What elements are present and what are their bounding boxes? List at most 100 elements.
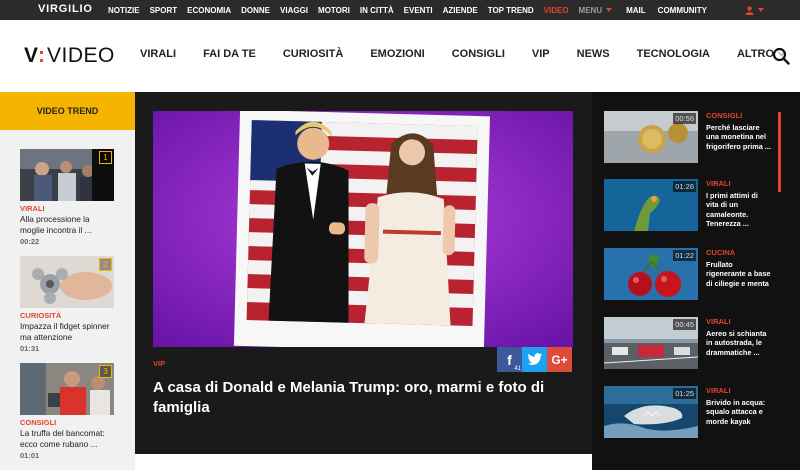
- facebook-share-button[interactable]: f 41: [497, 347, 522, 372]
- related-video-thumbnail[interactable]: 00:56: [604, 111, 698, 163]
- facebook-icon: f: [507, 351, 512, 368]
- share-buttons: f 41 G+: [497, 347, 572, 372]
- trend-rank-badge: 1: [99, 151, 112, 164]
- video-trend-sidebar: VIDEO TREND 1 VIRALI Alla processione la…: [0, 92, 135, 470]
- portal-nav-video[interactable]: VIDEO: [544, 6, 569, 15]
- portal-menu-label: MENU: [578, 5, 603, 15]
- mail-link[interactable]: MAIL: [626, 6, 646, 15]
- user-menu-button[interactable]: [745, 6, 764, 15]
- related-video-duration: 01:22: [673, 250, 696, 261]
- related-video-category[interactable]: VIRALI: [706, 179, 731, 188]
- nav-vip[interactable]: VIP: [532, 48, 550, 60]
- brand-letter: V: [24, 44, 39, 67]
- trend-category[interactable]: CONSIGLI: [20, 418, 114, 427]
- related-video-title[interactable]: I primi attimi di vita di un camaleonte.…: [706, 191, 772, 228]
- nav-consigli[interactable]: CONSIGLI: [452, 48, 505, 60]
- portal-nav-sport[interactable]: SPORT: [150, 6, 178, 15]
- portal-nav-motori[interactable]: MOTORI: [318, 6, 350, 15]
- trend-duration: 01:01: [20, 451, 40, 460]
- related-video-duration: 00:56: [673, 113, 696, 124]
- trend-title[interactable]: Alla processione la moglie incontra il .…: [20, 214, 114, 235]
- related-video-title[interactable]: Aereo si schianta in autostrada, le dram…: [706, 329, 772, 357]
- video-brand-logo[interactable]: V : VIDEO: [24, 44, 115, 68]
- related-video-thumbnail[interactable]: 00:45: [604, 317, 698, 369]
- trend-category[interactable]: VIRALI: [20, 204, 114, 213]
- trend-title[interactable]: Impazza il fidget spinner ma attenzione: [20, 321, 114, 342]
- featured-video-thumbnail[interactable]: [153, 111, 573, 347]
- trend-thumbnail[interactable]: 2: [20, 256, 114, 308]
- portal-nav-in-citta[interactable]: IN CITTÀ: [360, 6, 394, 15]
- portal-menu-button[interactable]: MENU: [579, 6, 613, 15]
- brand-word: VIDEO: [47, 44, 115, 67]
- related-video-title[interactable]: Brivido in acqua: squalo attacca e morde…: [706, 398, 772, 426]
- video-section-nav: VIRALI FAI DA TE CURIOSITÀ EMOZIONI CONS…: [140, 48, 800, 60]
- nav-virali[interactable]: VIRALI: [140, 48, 176, 60]
- featured-category[interactable]: VIP: [153, 359, 165, 368]
- search-icon: [772, 47, 790, 65]
- portal-nav-notizie[interactable]: NOTIZIE: [108, 6, 140, 15]
- related-video-thumbnail[interactable]: 01:26: [604, 179, 698, 231]
- trend-rank-badge: 2: [99, 258, 112, 271]
- related-video-item[interactable]: 00:56 CONSIGLI Perché lasciare una monet…: [604, 111, 774, 163]
- community-link[interactable]: COMMUNITY: [658, 6, 707, 15]
- nav-tecnologia[interactable]: TECNOLOGIA: [637, 48, 710, 60]
- featured-video-title[interactable]: A casa di Donald e Melania Trump: oro, m…: [153, 378, 573, 418]
- twitter-share-button[interactable]: [522, 347, 547, 372]
- portal-nav-economia[interactable]: ECONOMIA: [187, 6, 231, 15]
- trend-thumbnail[interactable]: 1: [20, 149, 114, 201]
- twitter-icon: [527, 353, 542, 366]
- portal-nav: NOTIZIE SPORT ECONOMIA DONNE VIAGGI MOTO…: [108, 0, 622, 20]
- trend-item[interactable]: 2 CURIOSITÀ Impazza il fidget spinner ma…: [20, 256, 114, 353]
- portal-nav-top-trend[interactable]: TOP TREND: [488, 6, 534, 15]
- site-header: V : VIDEO VIRALI FAI DA TE CURIOSITÀ EMO…: [0, 20, 800, 92]
- facebook-share-count: 41: [514, 366, 521, 372]
- related-video-category[interactable]: CONSIGLI: [706, 111, 742, 120]
- related-videos-list: 00:56 CONSIGLI Perché lasciare una monet…: [592, 92, 800, 470]
- portal-nav-eventi[interactable]: EVENTI: [404, 6, 433, 15]
- related-video-duration: 00:45: [673, 319, 696, 330]
- trend-title[interactable]: La truffa del bancomat: ecco come rubano…: [20, 428, 114, 449]
- related-video-duration: 01:25: [673, 388, 696, 399]
- related-video-item[interactable]: 00:45 VIRALI Aereo si schianta in autost…: [604, 317, 774, 369]
- related-video-title[interactable]: Frullato rigenerante a base di ciliegie …: [706, 260, 772, 288]
- content-bottom-strip: [135, 454, 592, 470]
- top-bar: VIRGILIO NOTIZIE SPORT ECONOMIA DONNE VI…: [0, 0, 800, 20]
- trend-duration: 01:31: [20, 344, 40, 353]
- related-video-category[interactable]: VIRALI: [706, 386, 731, 395]
- related-video-thumbnail[interactable]: 01:25: [604, 386, 698, 438]
- related-video-item[interactable]: 01:25 VIRALI Brivido in acqua: squalo at…: [604, 386, 774, 438]
- related-video-duration: 01:26: [673, 181, 696, 192]
- related-video-title[interactable]: Perché lasciare una monetina nel frigori…: [706, 123, 772, 151]
- brand-colon: :: [38, 44, 46, 67]
- nav-fai-da-te[interactable]: FAI DA TE: [203, 48, 256, 60]
- featured-video-area: VIP f 41 G+ A casa di Donald e Melania T…: [135, 92, 592, 470]
- trend-thumbnail[interactable]: 3: [20, 363, 114, 415]
- trend-item[interactable]: 1 VIRALI Alla processione la moglie inco…: [20, 149, 114, 246]
- video-trend-heading: VIDEO TREND: [0, 92, 135, 130]
- trend-duration: 00:22: [20, 237, 40, 246]
- related-video-category[interactable]: VIRALI: [706, 317, 731, 326]
- nav-curiosita[interactable]: CURIOSITÀ: [283, 48, 344, 60]
- user-icon: [745, 6, 754, 15]
- related-video-item[interactable]: 01:22 CUCINA Frullato rigenerante a base…: [604, 248, 774, 300]
- portal-nav-aziende[interactable]: AZIENDE: [443, 6, 478, 15]
- virgilio-logo[interactable]: VIRGILIO: [38, 3, 93, 15]
- related-video-category[interactable]: CUCINA: [706, 248, 735, 257]
- trend-item[interactable]: 3 CONSIGLI La truffa del bancomat: ecco …: [20, 363, 114, 460]
- nav-news[interactable]: NEWS: [577, 48, 610, 60]
- caret-down-icon: [606, 8, 613, 12]
- list-scrollbar[interactable]: [778, 112, 781, 192]
- caret-down-icon: [758, 8, 764, 12]
- top-right-links: MAIL COMMUNITY: [626, 0, 800, 20]
- related-video-item[interactable]: 01:26 VIRALI I primi attimi di vita di u…: [604, 179, 774, 231]
- trend-category[interactable]: CURIOSITÀ: [20, 311, 114, 320]
- google-plus-icon: G+: [551, 352, 568, 367]
- trend-rank-badge: 3: [99, 365, 112, 378]
- google-plus-share-button[interactable]: G+: [547, 347, 572, 372]
- portal-nav-viaggi[interactable]: VIAGGI: [280, 6, 308, 15]
- search-button[interactable]: [772, 47, 790, 65]
- nav-emozioni[interactable]: EMOZIONI: [370, 48, 424, 60]
- related-video-thumbnail[interactable]: 01:22: [604, 248, 698, 300]
- nav-altro-label: ALTRO: [736, 48, 775, 60]
- portal-nav-donne[interactable]: DONNE: [241, 6, 270, 15]
